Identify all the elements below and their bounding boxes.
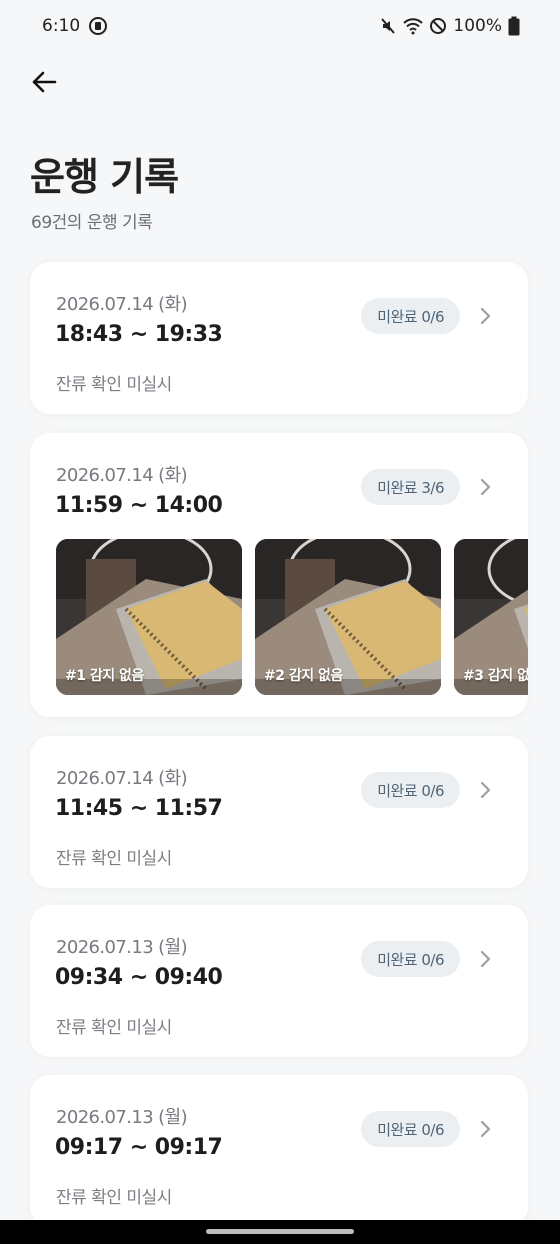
- trip-time: 11:59 ~ 14:00: [55, 493, 223, 518]
- chevron-right-icon: [476, 306, 496, 326]
- chevron-right-icon: [476, 1119, 496, 1139]
- chevron-right-icon: [476, 477, 496, 497]
- trip-time: 11:45 ~ 11:57: [55, 796, 223, 821]
- photo-strip[interactable]: #1 감지 없음 #2 감지 없음 #3 감지 없: [56, 539, 528, 695]
- status-time: 6:10: [42, 16, 81, 36]
- trip-card[interactable]: 2026.07.14 (화) 11:59 ~ 14:00 미완료 3/6 #1 …: [30, 433, 528, 717]
- photo-thumbnail[interactable]: #2 감지 없음: [255, 539, 441, 695]
- photo-label: #1 감지 없음: [65, 668, 144, 684]
- trip-card[interactable]: 2026.07.14 (화) 18:43 ~ 19:33 잔류 확인 미실시 미…: [30, 262, 528, 414]
- do-not-disturb-icon: [429, 17, 447, 35]
- photo-label: #3 감지 없음: [463, 668, 528, 684]
- battery-percent: 100%: [453, 16, 502, 36]
- trip-time: 18:43 ~ 19:33: [55, 322, 223, 347]
- photo-thumbnail[interactable]: #3 감지 없음: [454, 539, 528, 695]
- trip-date: 2026.07.14 (화): [56, 294, 188, 315]
- photo-label: #2 감지 없음: [264, 668, 343, 684]
- status-left: 6:10: [42, 16, 108, 36]
- status-badge: 미완료 0/6: [361, 1111, 460, 1147]
- trip-count: 69건의 운행 기록: [31, 213, 153, 233]
- status-right: 100%: [379, 16, 520, 36]
- status-badge: 미완료 0/6: [361, 772, 460, 808]
- wifi-icon: [403, 17, 424, 35]
- trip-card[interactable]: 2026.07.13 (월) 09:17 ~ 09:17 잔류 확인 미실시 미…: [30, 1075, 528, 1227]
- trip-card[interactable]: 2026.07.13 (월) 09:34 ~ 09:40 잔류 확인 미실시 미…: [30, 905, 528, 1057]
- trip-note: 잔류 확인 미실시: [56, 849, 172, 869]
- trip-time: 09:17 ~ 09:17: [55, 1135, 223, 1160]
- screen: 6:10 100% 운행 기록 69건의 운행 기록 2026.07.14 (화…: [0, 0, 560, 1244]
- arrow-left-icon: [32, 71, 57, 93]
- navigation-bar: [0, 1220, 560, 1244]
- photo-thumbnail[interactable]: #1 감지 없음: [56, 539, 242, 695]
- chevron-right-icon: [476, 949, 496, 969]
- record-icon: [88, 16, 108, 36]
- page-title: 운행 기록: [30, 155, 179, 199]
- status-badge: 미완료 0/6: [361, 298, 460, 334]
- trip-card[interactable]: 2026.07.14 (화) 11:45 ~ 11:57 잔류 확인 미실시 미…: [30, 736, 528, 888]
- battery-icon: [508, 16, 520, 36]
- trip-time: 09:34 ~ 09:40: [55, 965, 223, 990]
- status-badge: 미완료 3/6: [361, 469, 460, 505]
- trip-note: 잔류 확인 미실시: [56, 375, 172, 395]
- trip-date: 2026.07.13 (월): [56, 937, 188, 958]
- trip-date: 2026.07.14 (화): [56, 465, 188, 486]
- trip-date: 2026.07.14 (화): [56, 768, 188, 789]
- status-bar: 6:10 100%: [0, 0, 560, 52]
- trip-note: 잔류 확인 미실시: [56, 1188, 172, 1208]
- mute-icon: [379, 17, 397, 35]
- trip-note: 잔류 확인 미실시: [56, 1018, 172, 1038]
- trip-date: 2026.07.13 (월): [56, 1107, 188, 1128]
- back-button[interactable]: [26, 64, 62, 100]
- home-handle[interactable]: [206, 1229, 354, 1234]
- status-badge: 미완료 0/6: [361, 941, 460, 977]
- chevron-right-icon: [476, 780, 496, 800]
